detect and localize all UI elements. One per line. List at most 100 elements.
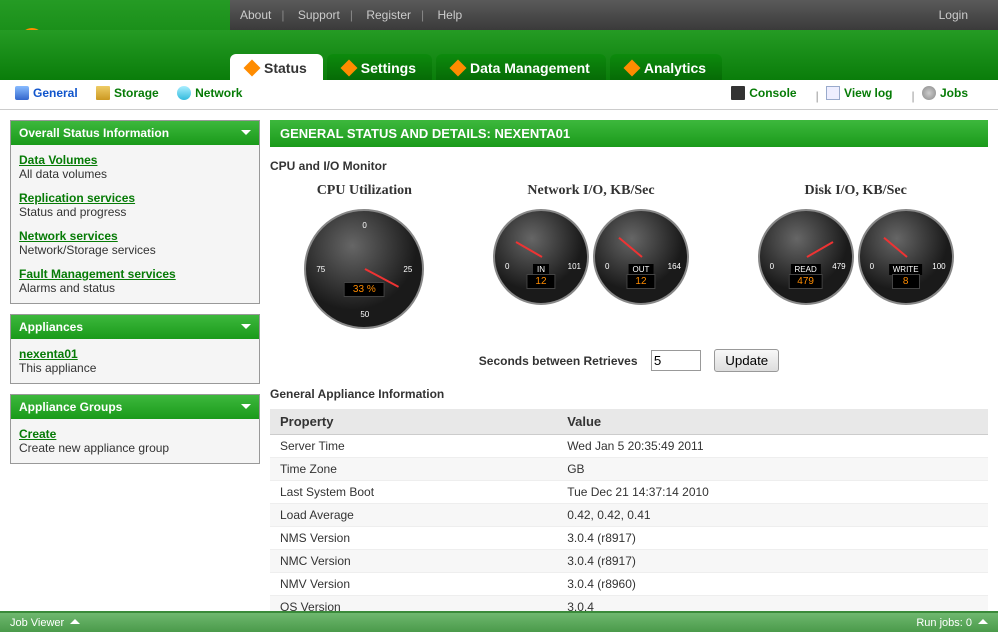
- topnav-help[interactable]: Help: [427, 8, 472, 22]
- link-data-volumes[interactable]: Data Volumes: [19, 153, 251, 167]
- gauge-title: Disk I/O, KB/Sec: [758, 183, 954, 199]
- gauge-cpu: 0 25 50 75 33 %: [304, 209, 424, 329]
- gauge-tick: 0: [870, 262, 874, 271]
- retrieve-label: Seconds between Retrieves: [479, 354, 638, 368]
- sub-nav: General Storage Network Console| View lo…: [0, 80, 998, 110]
- subnav-viewlog[interactable]: View log: [826, 86, 892, 100]
- cell-property: Load Average: [270, 504, 557, 527]
- gauge-net-in: 0 101 IN 12: [493, 209, 589, 305]
- gauge-value: 33 %: [344, 282, 385, 297]
- link-desc: Status and progress: [19, 205, 251, 219]
- gauge-tick: 0: [605, 262, 609, 271]
- tab-status[interactable]: Status: [230, 54, 323, 80]
- topnav-about[interactable]: About: [230, 8, 281, 22]
- gauge-needle: [883, 237, 907, 258]
- cell-property: Server Time: [270, 435, 557, 458]
- link-desc: This appliance: [19, 361, 251, 375]
- table-row: Time ZoneGB: [270, 458, 988, 481]
- content-title: GENERAL STATUS AND DETAILS: NEXENTA01: [270, 120, 988, 147]
- panel-body: nexenta01This appliance: [11, 339, 259, 383]
- link-replication[interactable]: Replication services: [19, 191, 251, 205]
- gauge-tick: 164: [668, 262, 681, 271]
- content: GENERAL STATUS AND DETAILS: NEXENTA01 CP…: [270, 120, 988, 619]
- triangle-up-icon[interactable]: [978, 614, 988, 624]
- panel-title: Overall Status Information: [19, 126, 169, 140]
- cell-property: NMV Version: [270, 573, 557, 596]
- tab-settings[interactable]: Settings: [327, 54, 432, 80]
- table-row: Load Average0.42, 0.42, 0.41: [270, 504, 988, 527]
- panel-appliances: Appliances nexenta01This appliance: [10, 314, 260, 384]
- tab-label: Analytics: [644, 60, 706, 76]
- link-network-services[interactable]: Network services: [19, 229, 251, 243]
- run-jobs-label: Run jobs: 0: [916, 617, 972, 629]
- tab-label: Data Management: [470, 60, 590, 76]
- gauge-tick: 479: [832, 262, 845, 271]
- network-icon: [177, 86, 191, 100]
- subnav-general[interactable]: General: [15, 86, 78, 100]
- cell-value: Tue Dec 21 14:37:14 2010: [557, 481, 988, 504]
- gauge-needle: [618, 237, 642, 258]
- cell-property: NMC Version: [270, 550, 557, 573]
- col-property: Property: [270, 409, 557, 435]
- cell-property: NMS Version: [270, 527, 557, 550]
- subnav-label: General: [33, 86, 78, 100]
- cell-value: 3.0.4 (r8917): [557, 527, 988, 550]
- topnav-support[interactable]: Support: [288, 8, 350, 22]
- subnav-label: Network: [195, 86, 242, 100]
- subnav-jobs[interactable]: Jobs: [922, 86, 968, 100]
- monitor-title: CPU and I/O Monitor: [270, 159, 988, 173]
- diamond-icon: [340, 60, 357, 77]
- link-desc: Alarms and status: [19, 281, 251, 295]
- appliance-info-table: Property Value Server TimeWed Jan 5 20:3…: [270, 409, 988, 619]
- gauge-network-group: Network I/O, KB/Sec 0 101 IN 12 0 164 OU…: [493, 183, 689, 329]
- gauge-tick: 101: [568, 262, 581, 271]
- gauge-disk-read: 0 479 READ 479: [758, 209, 854, 305]
- gauge-tick: 25: [403, 265, 412, 274]
- panel-header[interactable]: Overall Status Information: [11, 121, 259, 145]
- tab-label: Status: [264, 60, 307, 76]
- panel-body: CreateCreate new appliance group: [11, 419, 259, 463]
- cell-value: Wed Jan 5 20:35:49 2011: [557, 435, 988, 458]
- main-header: Status Settings Data Management Analytic…: [0, 30, 998, 80]
- link-appliance[interactable]: nexenta01: [19, 347, 251, 361]
- cell-property: Last System Boot: [270, 481, 557, 504]
- tab-data-management[interactable]: Data Management: [436, 54, 606, 80]
- link-fault-management[interactable]: Fault Management services: [19, 267, 251, 281]
- diamond-icon: [450, 60, 467, 77]
- subnav-label: Storage: [114, 86, 159, 100]
- panel-title: Appliances: [19, 320, 83, 334]
- gauge-net-out: 0 164 OUT 12: [593, 209, 689, 305]
- subnav-storage[interactable]: Storage: [96, 86, 159, 100]
- gauge-tick: 0: [505, 262, 509, 271]
- subnav-label: Console: [749, 86, 796, 100]
- panel-overall-status: Overall Status Information Data VolumesA…: [10, 120, 260, 304]
- panel-header[interactable]: Appliance Groups: [11, 395, 259, 419]
- retrieve-seconds-input[interactable]: [651, 350, 701, 371]
- gauge-tick: 75: [316, 265, 325, 274]
- panel-header[interactable]: Appliances: [11, 315, 259, 339]
- gauge-value: 12: [526, 274, 555, 289]
- link-create-group[interactable]: Create: [19, 427, 251, 441]
- topnav-register[interactable]: Register: [356, 8, 421, 22]
- cell-value: 3.0.4 (r8917): [557, 550, 988, 573]
- panel-appliance-groups: Appliance Groups CreateCreate new applia…: [10, 394, 260, 464]
- subnav-network[interactable]: Network: [177, 86, 242, 100]
- gauge-value: 479: [788, 274, 823, 289]
- cell-property: Time Zone: [270, 458, 557, 481]
- triangle-up-icon[interactable]: [70, 614, 80, 624]
- gauges: CPU Utilization 0 25 50 75 33 % Network …: [270, 183, 988, 329]
- subnav-label: View log: [844, 86, 892, 100]
- cell-value: 3.0.4 (r8960): [557, 573, 988, 596]
- panel-body: Data VolumesAll data volumes Replication…: [11, 145, 259, 303]
- log-icon: [826, 86, 840, 100]
- tab-analytics[interactable]: Analytics: [610, 54, 722, 80]
- diamond-icon: [623, 60, 640, 77]
- gauge-title: Network I/O, KB/Sec: [493, 183, 689, 199]
- link-desc: All data volumes: [19, 167, 251, 181]
- gauge-title: CPU Utilization: [304, 183, 424, 199]
- chevron-down-icon: [241, 404, 251, 414]
- job-viewer-label[interactable]: Job Viewer: [10, 617, 64, 629]
- topnav-login[interactable]: Login: [929, 8, 978, 22]
- subnav-console[interactable]: Console: [731, 86, 796, 100]
- update-button[interactable]: Update: [714, 349, 779, 372]
